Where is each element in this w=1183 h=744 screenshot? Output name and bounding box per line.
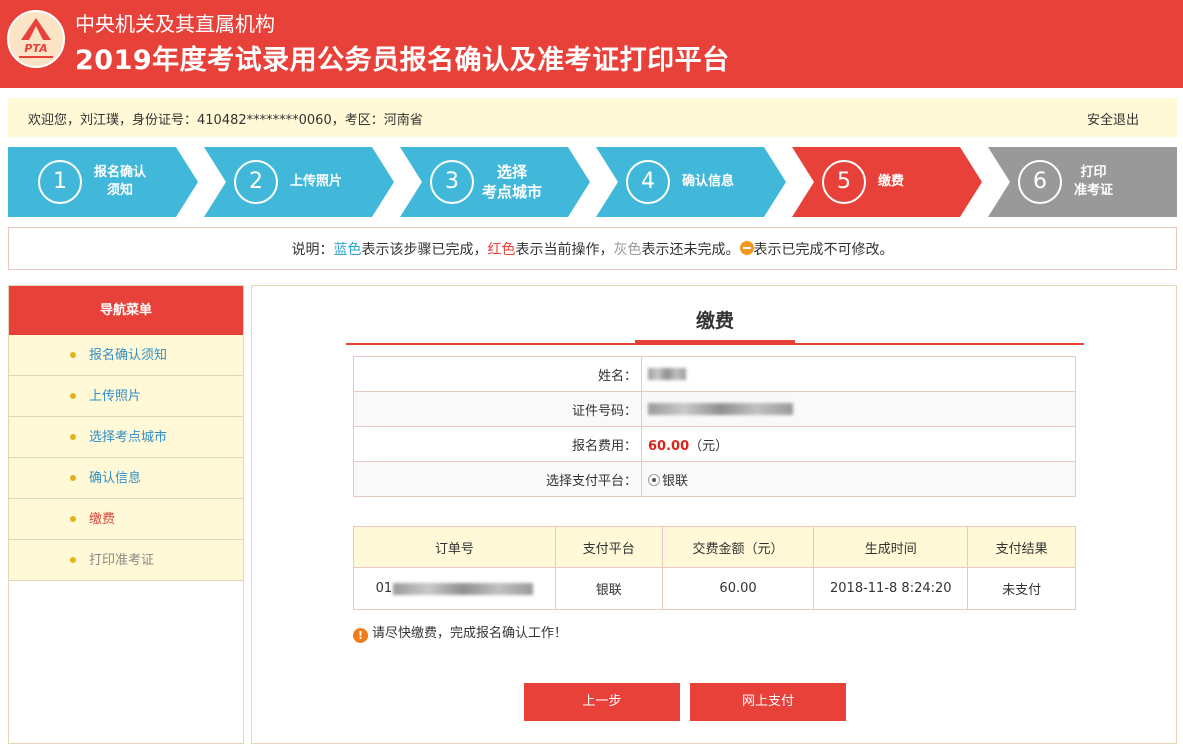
sidebar-item-label: 报名确认须知 bbox=[89, 348, 168, 363]
online-pay-button[interactable]: 网上支付 bbox=[690, 683, 846, 721]
legend-prefix: 说明： bbox=[291, 242, 334, 258]
step-label: 确认信息 bbox=[682, 174, 735, 189]
order-no-redacted bbox=[393, 582, 534, 595]
platform-title: 2019年度考试录用公务员报名确认及准考证打印平台 bbox=[75, 45, 730, 76]
sidebar-item-upload-photo[interactable]: 上传照片 bbox=[9, 376, 243, 417]
logo-mountain-icon bbox=[19, 18, 53, 58]
step-number: 1 bbox=[38, 160, 82, 204]
name-value-redacted bbox=[648, 368, 686, 380]
order-no-prefix: 01 bbox=[375, 581, 393, 596]
fee-label: 报名费用： bbox=[353, 426, 642, 462]
table-row: 01 银联 60.00 2018-11-8 8:24:20 未支付 bbox=[353, 567, 1076, 610]
table-row: 姓名： bbox=[353, 356, 1076, 392]
progress-steps: 1 报名确认 须知 2 上传照片 3 选择 考点城市 4 确认信息 5 缴费 6… bbox=[8, 147, 1177, 217]
id-label: 证件号码： bbox=[353, 391, 642, 427]
legend-blue-desc: 表示该步骤已完成， bbox=[361, 242, 488, 258]
legend-icon-desc: 表示已完成不可修改。 bbox=[753, 242, 894, 258]
bullet-icon bbox=[70, 516, 76, 522]
step-number: 2 bbox=[234, 160, 278, 204]
legend-red-word: 红色 bbox=[487, 242, 516, 258]
welcome-text: 欢迎您，刘江璞，身份证号：410482********0060，考区：河南省 bbox=[28, 113, 423, 128]
legend-blue-word: 蓝色 bbox=[333, 242, 362, 258]
table-row: 报名费用： 60.00（元） bbox=[353, 426, 1076, 462]
col-amount: 交费金额（元） bbox=[661, 526, 815, 568]
step-legend: 说明：蓝色表示该步骤已完成，红色表示当前操作，灰色表示还未完成。 表示已完成不可修… bbox=[8, 227, 1177, 270]
logo-text: PTA bbox=[24, 42, 48, 55]
bullet-icon bbox=[70, 393, 76, 399]
welcome-bar: 欢迎您，刘江璞，身份证号：410482********0060，考区：河南省 安… bbox=[8, 98, 1177, 137]
step-number: 3 bbox=[430, 160, 474, 204]
legend-gray-desc: 表示还未完成。 bbox=[641, 242, 740, 258]
table-row: 证件号码： bbox=[353, 391, 1076, 427]
col-order-no: 订单号 bbox=[353, 526, 556, 568]
step-1[interactable]: 1 报名确认 须知 bbox=[8, 147, 198, 217]
panel-title: 缴费 bbox=[695, 310, 734, 332]
step-number: 5 bbox=[822, 160, 866, 204]
step-6[interactable]: 6 打印 准考证 bbox=[988, 147, 1177, 217]
order-time: 2018-11-8 8:24:20 bbox=[813, 567, 969, 610]
step-label: 报名确认 须知 bbox=[94, 165, 147, 198]
sidebar-item-print-ticket[interactable]: 打印准考证 bbox=[9, 540, 243, 581]
payment-info-table: 姓名： 证件号码： 报名费用： 60.00（元） 选择支付平台： 银联 bbox=[353, 356, 1076, 497]
platform-label: 选择支付平台： bbox=[353, 461, 642, 497]
order-result: 未支付 bbox=[967, 567, 1076, 610]
title-divider bbox=[346, 343, 1084, 345]
logout-link[interactable]: 安全退出 bbox=[1087, 109, 1139, 128]
sidebar-item-label: 确认信息 bbox=[89, 471, 142, 486]
col-created-time: 生成时间 bbox=[813, 526, 969, 568]
step-3[interactable]: 3 选择 考点城市 bbox=[400, 147, 590, 217]
sidebar-item-label: 上传照片 bbox=[89, 389, 142, 404]
col-result: 支付结果 bbox=[967, 526, 1076, 568]
pta-logo: PTA bbox=[7, 10, 65, 68]
sidebar-item-label: 缴费 bbox=[89, 512, 116, 527]
legend-red-desc: 表示当前操作， bbox=[515, 242, 614, 258]
step-5[interactable]: 5 缴费 bbox=[792, 147, 982, 217]
sidebar-item-label: 选择考点城市 bbox=[89, 430, 168, 445]
fee-unit: （元） bbox=[689, 438, 729, 454]
sidebar-item-confirm-info[interactable]: 确认信息 bbox=[9, 458, 243, 499]
org-name: 中央机关及其直属机构 bbox=[75, 12, 275, 36]
sidebar-item-select-city[interactable]: 选择考点城市 bbox=[9, 417, 243, 458]
orders-table: 订单号 支付平台 交费金额（元） 生成时间 支付结果 01 银联 60.00 2… bbox=[353, 526, 1076, 610]
step-number: 4 bbox=[626, 160, 670, 204]
step-2[interactable]: 2 上传照片 bbox=[204, 147, 394, 217]
order-platform: 银联 bbox=[554, 567, 663, 610]
bullet-icon bbox=[70, 557, 76, 563]
step-4[interactable]: 4 确认信息 bbox=[596, 147, 786, 217]
table-row: 选择支付平台： 银联 bbox=[353, 461, 1076, 497]
bullet-icon bbox=[70, 352, 76, 358]
platform-option-label[interactable]: 银联 bbox=[662, 474, 688, 489]
table-header-row: 订单号 支付平台 交费金额（元） 生成时间 支付结果 bbox=[353, 526, 1076, 568]
sidebar-item-payment[interactable]: 缴费 bbox=[9, 499, 243, 540]
name-label: 姓名： bbox=[353, 356, 642, 392]
order-amount: 60.00 bbox=[661, 567, 815, 610]
payment-panel: 缴费 姓名： 证件号码： 报名费用： 60.00（元） 选择支付平台： 银联 订… bbox=[251, 285, 1177, 744]
unionpay-radio[interactable] bbox=[648, 473, 660, 486]
step-label: 上传照片 bbox=[290, 174, 343, 189]
page-header: PTA 中央机关及其直属机构 2019年度考试录用公务员报名确认及准考证打印平台 bbox=[0, 0, 1183, 88]
fee-value: 60.00 bbox=[648, 438, 690, 454]
warning-icon: ! bbox=[353, 628, 368, 643]
step-label: 缴费 bbox=[878, 174, 905, 189]
col-platform: 支付平台 bbox=[554, 526, 663, 568]
payment-notice: ! 请尽快缴费，完成报名确认工作！ bbox=[353, 622, 567, 643]
nav-title: 导航菜单 bbox=[9, 286, 243, 335]
step-number: 6 bbox=[1018, 160, 1062, 204]
bullet-icon bbox=[70, 434, 76, 440]
sidebar-item-notice[interactable]: 报名确认须知 bbox=[9, 335, 243, 376]
notice-text: 请尽快缴费，完成报名确认工作！ bbox=[372, 626, 568, 641]
step-label: 选择 考点城市 bbox=[482, 163, 543, 201]
prev-step-button[interactable]: 上一步 bbox=[524, 683, 680, 721]
id-value-redacted bbox=[648, 403, 793, 415]
sidebar-item-label: 打印准考证 bbox=[89, 553, 155, 568]
bullet-icon bbox=[70, 475, 76, 481]
locked-minus-icon bbox=[739, 241, 754, 255]
step-label: 打印 准考证 bbox=[1074, 165, 1114, 198]
nav-sidebar: 导航菜单 报名确认须知 上传照片 选择考点城市 确认信息 缴费 打印准考证 bbox=[8, 285, 244, 744]
legend-gray-word: 灰色 bbox=[613, 242, 642, 258]
